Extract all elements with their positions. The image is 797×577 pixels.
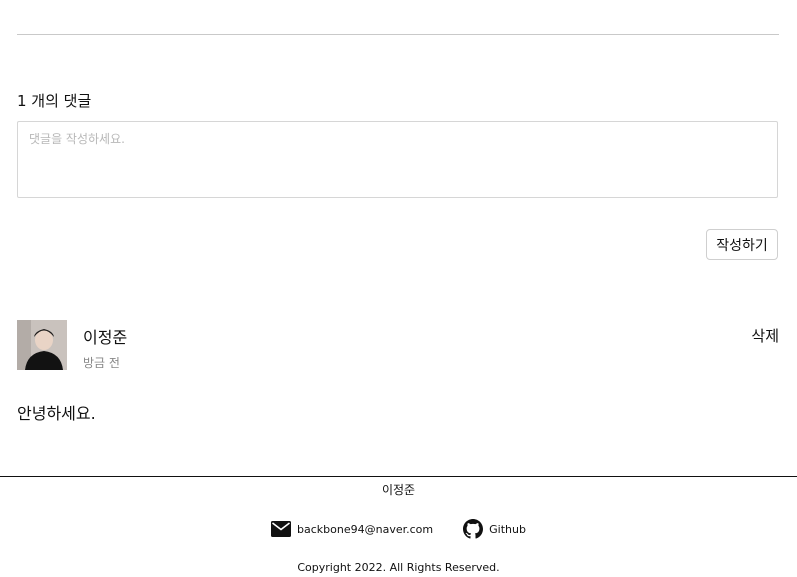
github-label: Github: [489, 522, 526, 536]
comment-author: 이정준: [83, 328, 128, 347]
github-link[interactable]: Github: [463, 519, 526, 539]
avatar-photo: [17, 320, 67, 370]
submit-comment-button[interactable]: 작성하기: [706, 229, 778, 260]
avatar: [17, 320, 67, 370]
mail-icon: [271, 521, 292, 537]
comment-body: 안녕하세요.: [17, 404, 96, 423]
footer-links: backbone94@naver.com Github: [0, 519, 797, 539]
comment-input[interactable]: [17, 121, 778, 198]
copyright-text: Copyright 2022. All Rights Reserved.: [297, 561, 500, 574]
delete-comment-button[interactable]: 삭제: [751, 325, 779, 346]
top-divider: [17, 34, 779, 35]
github-icon: [463, 519, 484, 539]
footer-divider: [0, 476, 797, 477]
comment-count-heading: 1 개의 댓글: [17, 92, 92, 110]
footer-author-name: 이정준: [381, 483, 416, 497]
comment-timestamp: 방금 전: [83, 356, 120, 370]
email-label: backbone94@naver.com: [297, 522, 434, 536]
email-link[interactable]: backbone94@naver.com: [271, 521, 433, 537]
